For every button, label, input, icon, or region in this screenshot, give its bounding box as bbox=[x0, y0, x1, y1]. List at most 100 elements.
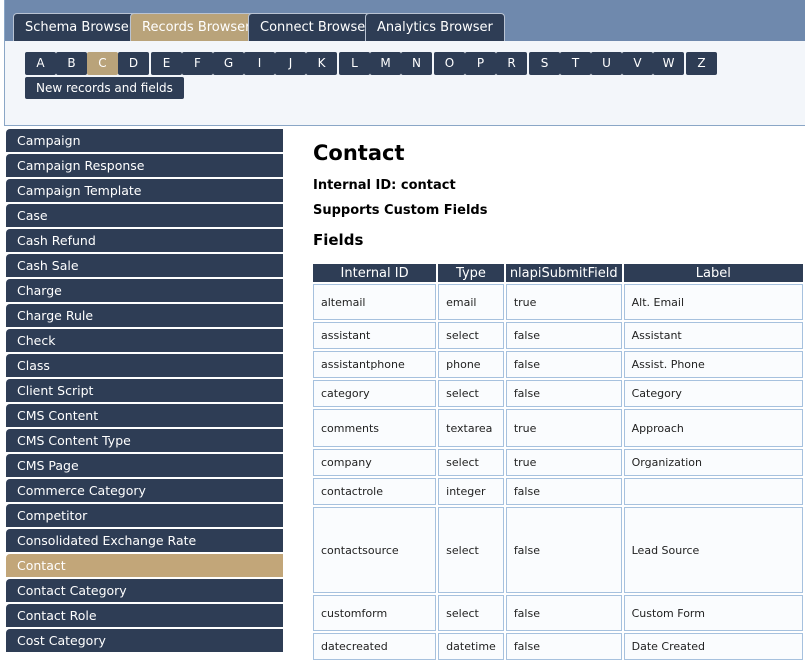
letter-t-button[interactable]: T bbox=[560, 52, 591, 75]
cell-submit-field: false bbox=[505, 380, 622, 407]
tab-analytics-browser[interactable]: Analytics Browser bbox=[365, 13, 505, 41]
cell-internal-id: altemail bbox=[313, 284, 437, 320]
cell-type: select bbox=[438, 322, 504, 349]
cell-label: Custom Form bbox=[623, 595, 803, 631]
sidebar-item-class[interactable]: Class bbox=[6, 354, 283, 377]
sidebar-item-cms-page[interactable]: CMS Page bbox=[6, 454, 283, 477]
cell-label: Category bbox=[623, 380, 803, 407]
sidebar-item-campaign-response[interactable]: Campaign Response bbox=[6, 154, 283, 177]
cell-type: select bbox=[438, 380, 504, 407]
cell-type: select bbox=[438, 449, 504, 476]
letter-e-button[interactable]: E bbox=[151, 52, 182, 75]
cell-internal-id: comments bbox=[313, 409, 437, 447]
letter-k-button[interactable]: K bbox=[306, 52, 337, 75]
letter-o-button[interactable]: O bbox=[434, 52, 465, 75]
internal-id-text: Internal ID: contact bbox=[313, 178, 456, 193]
column-header-internal-id: Internal ID bbox=[313, 264, 437, 282]
letter-u-button[interactable]: U bbox=[591, 52, 622, 75]
cell-internal-id: assistantphone bbox=[313, 351, 437, 378]
sidebar-item-contact[interactable]: Contact bbox=[6, 554, 283, 577]
cell-submit-field: false bbox=[505, 507, 622, 593]
letter-z-button[interactable]: Z bbox=[686, 52, 717, 75]
sidebar-item-cms-content-type[interactable]: CMS Content Type bbox=[6, 429, 283, 452]
sidebar-item-contact-role[interactable]: Contact Role bbox=[6, 604, 283, 627]
letter-r-button[interactable]: R bbox=[496, 52, 527, 75]
cell-type: select bbox=[438, 507, 504, 593]
column-header-type: Type bbox=[438, 264, 504, 282]
cell-submit-field: false bbox=[505, 351, 622, 378]
sidebar-item-client-script[interactable]: Client Script bbox=[6, 379, 283, 402]
cell-type: select bbox=[438, 595, 504, 631]
letter-j-button[interactable]: J bbox=[275, 52, 306, 75]
table-row: contactsource select false Lead Source bbox=[313, 507, 803, 593]
tab-records-browser[interactable]: Records Browser bbox=[130, 13, 263, 41]
letter-s-button[interactable]: S bbox=[529, 52, 560, 75]
fields-heading: Fields bbox=[313, 231, 364, 249]
cell-submit-field: false bbox=[505, 478, 622, 505]
table-row: company select true Organization bbox=[313, 449, 803, 476]
letter-w-button[interactable]: W bbox=[653, 52, 684, 75]
cell-internal-id: contactrole bbox=[313, 478, 437, 505]
record-detail: Contact bbox=[313, 140, 405, 166]
sidebar-item-case[interactable]: Case bbox=[6, 204, 283, 227]
table-row: customform select false Custom Form bbox=[313, 595, 803, 631]
browser-header: Schema Browser Records Browser Connect B… bbox=[4, 0, 805, 126]
cell-label: Alt. Email bbox=[623, 284, 803, 320]
column-header-submit-field: nlapiSubmitField bbox=[505, 264, 622, 282]
cell-submit-field: false bbox=[505, 633, 622, 660]
sidebar-item-cash-sale[interactable]: Cash Sale bbox=[6, 254, 283, 277]
letter-i-button[interactable]: I bbox=[244, 52, 275, 75]
cell-internal-id: customform bbox=[313, 595, 437, 631]
sidebar-item-cash-refund[interactable]: Cash Refund bbox=[6, 229, 283, 252]
cell-internal-id: company bbox=[313, 449, 437, 476]
sidebar-item-charge-rule[interactable]: Charge Rule bbox=[6, 304, 283, 327]
table-row: contactrole integer false bbox=[313, 478, 803, 505]
cell-label: Assistant bbox=[623, 322, 803, 349]
record-type-sidebar: Campaign Campaign Response Campaign Templa… bbox=[6, 129, 283, 654]
letter-f-button[interactable]: F bbox=[182, 52, 213, 75]
cell-label: Organization bbox=[623, 449, 803, 476]
tab-connect-browser[interactable]: Connect Browser bbox=[248, 13, 383, 41]
sidebar-item-check[interactable]: Check bbox=[6, 329, 283, 352]
letter-g-button[interactable]: G bbox=[213, 52, 244, 75]
sidebar-item-competitor[interactable]: Competitor bbox=[6, 504, 283, 527]
letter-n-button[interactable]: N bbox=[401, 52, 432, 75]
cell-label bbox=[623, 478, 803, 505]
table-row: datecreated datetime false Date Created bbox=[313, 633, 803, 660]
letter-p-button[interactable]: P bbox=[465, 52, 496, 75]
letter-d-button[interactable]: D bbox=[118, 52, 149, 75]
sidebar-item-campaign[interactable]: Campaign bbox=[6, 129, 283, 152]
sidebar-item-campaign-template[interactable]: Campaign Template bbox=[6, 179, 283, 202]
cell-type: phone bbox=[438, 351, 504, 378]
table-row: altemail email true Alt. Email bbox=[313, 284, 803, 320]
cell-internal-id: assistant bbox=[313, 322, 437, 349]
letter-m-button[interactable]: M bbox=[370, 52, 401, 75]
tab-bar: Schema Browser Records Browser Connect B… bbox=[5, 0, 805, 41]
cell-submit-field: true bbox=[505, 449, 622, 476]
column-header-label: Label bbox=[623, 264, 803, 282]
tab-schema-browser[interactable]: Schema Browser bbox=[13, 13, 147, 41]
cell-internal-id: datecreated bbox=[313, 633, 437, 660]
cell-type: datetime bbox=[438, 633, 504, 660]
cell-internal-id: contactsource bbox=[313, 507, 437, 593]
table-row: category select false Category bbox=[313, 380, 803, 407]
fields-table: Internal ID Type nlapiSubmitField Label … bbox=[311, 262, 805, 662]
cell-type: integer bbox=[438, 478, 504, 505]
table-row: assistant select false Assistant bbox=[313, 322, 803, 349]
cell-submit-field: true bbox=[505, 284, 622, 320]
letter-v-button[interactable]: V bbox=[622, 52, 653, 75]
cell-label: Date Created bbox=[623, 633, 803, 660]
sidebar-item-consolidated-exchange-rate[interactable]: Consolidated Exchange Rate bbox=[6, 529, 283, 552]
page-title: Contact bbox=[313, 141, 405, 165]
sidebar-item-contact-category[interactable]: Contact Category bbox=[6, 579, 283, 602]
table-row: comments textarea true Approach bbox=[313, 409, 803, 447]
letter-a-button[interactable]: A bbox=[25, 52, 56, 75]
sidebar-item-charge[interactable]: Charge bbox=[6, 279, 283, 302]
sidebar-item-cost-category[interactable]: Cost Category bbox=[6, 629, 283, 652]
letter-l-button[interactable]: L bbox=[339, 52, 370, 75]
letter-c-button[interactable]: C bbox=[87, 52, 118, 75]
letter-b-button[interactable]: B bbox=[56, 52, 87, 75]
sidebar-item-commerce-category[interactable]: Commerce Category bbox=[6, 479, 283, 502]
sidebar-item-cms-content[interactable]: CMS Content bbox=[6, 404, 283, 427]
new-records-button[interactable]: New records and fields bbox=[25, 77, 184, 99]
